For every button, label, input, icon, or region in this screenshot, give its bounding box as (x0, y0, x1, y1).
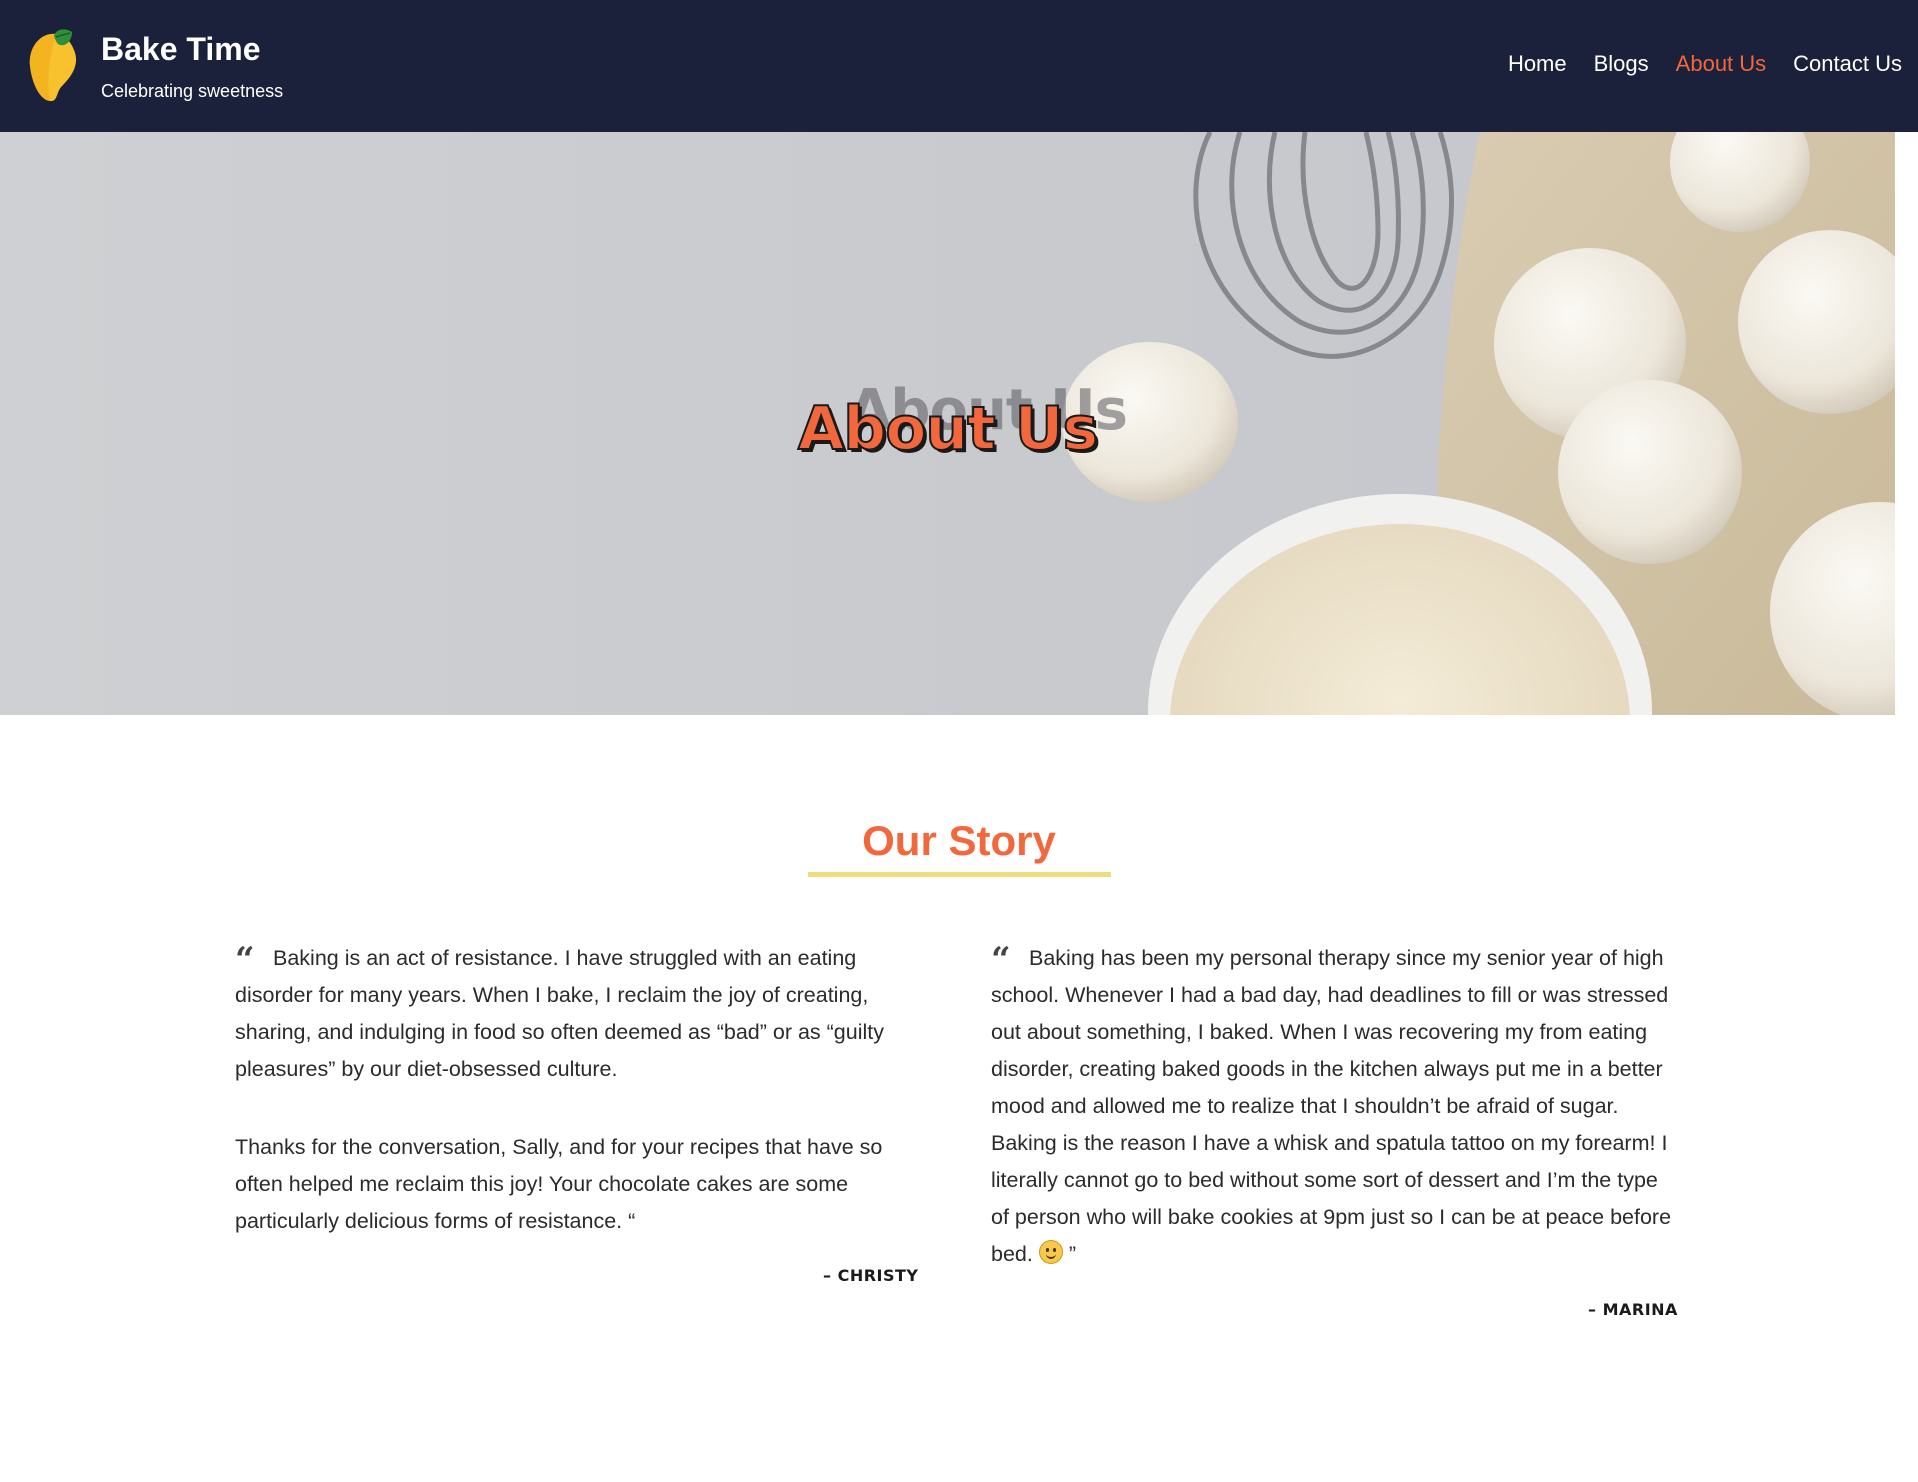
open-quote-icon: “ (235, 940, 255, 980)
main-nav: Home Blogs About Us Contact Us (1481, 50, 1902, 78)
testimonial-paragraph: “Baking is an act of resistance. I have … (235, 940, 884, 1081)
testimonial-marina: “Baking has been my personal therapy sin… (991, 940, 1676, 1273)
section-title: Our Story (862, 817, 1056, 864)
site-header: Bake Time Celebrating sweetness Home Blo… (0, 0, 1918, 132)
brand-title[interactable]: Bake Time (101, 30, 261, 68)
mango-icon[interactable] (26, 26, 82, 106)
hero-title: About Us (797, 393, 1099, 465)
nav-home[interactable]: Home (1508, 50, 1567, 78)
brand-tagline: Celebrating sweetness (101, 81, 284, 101)
open-quote-icon: “ (991, 940, 1011, 980)
testimonial-paragraph: “Baking has been my personal therapy sin… (991, 940, 1672, 1266)
section-title-underline (808, 872, 1111, 877)
testimonial-christy: “Baking is an act of resistance. I have … (235, 940, 925, 1240)
testimonial-paragraph: Thanks for the conversation, Sally, and … (235, 1135, 883, 1233)
testimonial-author: – CHRISTY (823, 1266, 919, 1285)
hero-banner: About Us About Us (0, 132, 1895, 715)
nav-about-us[interactable]: About Us (1676, 50, 1767, 78)
smiley-icon (1038, 1240, 1063, 1264)
nav-blogs[interactable]: Blogs (1594, 50, 1649, 78)
nav-contact-us[interactable]: Contact Us (1793, 50, 1902, 78)
testimonial-author: – MARINA (1588, 1300, 1678, 1319)
